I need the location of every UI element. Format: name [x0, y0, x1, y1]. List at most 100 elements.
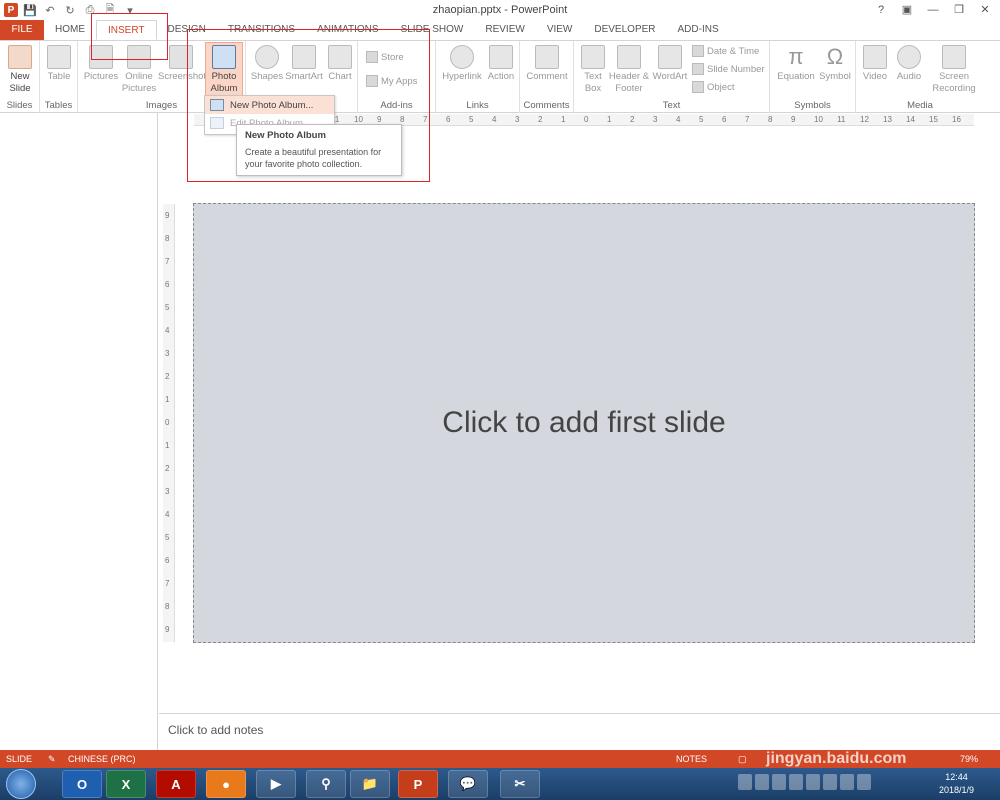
tab-home[interactable]: HOME	[44, 20, 96, 40]
tray-icon-4[interactable]	[789, 774, 803, 790]
shapes-button[interactable]: Shapes	[250, 43, 284, 83]
tab-developer[interactable]: DEVELOPER	[583, 20, 666, 40]
zoom-level[interactable]: 79%	[960, 754, 978, 764]
tab-transitions[interactable]: TRANSITIONS	[217, 20, 306, 40]
group-links: Hyperlink Action Links	[436, 41, 520, 113]
ruler-tick: 16	[952, 115, 961, 124]
chat-icon[interactable]: 💬	[448, 770, 488, 798]
ribbon-display-icon[interactable]: ▣	[896, 2, 918, 18]
store-button[interactable]: Store	[366, 51, 404, 63]
ruler-tick: 3	[165, 349, 170, 358]
ruler-tick: 15	[929, 115, 938, 124]
video-button[interactable]: Video	[858, 43, 892, 83]
save-icon[interactable]: 💾	[22, 2, 38, 18]
tray-icon-2[interactable]	[755, 774, 769, 790]
audio-button[interactable]: Audio	[892, 43, 926, 83]
ruler-tick: 4	[676, 115, 681, 124]
tray-icon-5[interactable]	[806, 774, 820, 790]
wordart-button[interactable]: WordArt	[650, 43, 690, 83]
my-apps-icon	[366, 75, 378, 87]
date-time-button[interactable]: Date & Time	[692, 45, 759, 57]
redo-icon[interactable]: ↻	[62, 2, 78, 18]
tab-add-ins[interactable]: ADD-INS	[667, 20, 730, 40]
ruler-tick: 4	[492, 115, 497, 124]
orange-app-icon[interactable]: ●	[206, 770, 246, 798]
store-icon	[366, 51, 378, 63]
new-file-icon[interactable]: 🗎	[102, 2, 118, 18]
screen-recording-button[interactable]: Screen Recording	[926, 43, 982, 95]
online-pictures-button[interactable]: Online Pictures	[120, 43, 158, 95]
smartart-icon	[292, 45, 316, 69]
spellcheck-icon[interactable]: ✎	[48, 754, 56, 765]
folder-icon[interactable]: 📁	[350, 770, 390, 798]
media-app-icon[interactable]: ▶	[256, 770, 296, 798]
tray-icon-8[interactable]	[857, 774, 871, 790]
text-box-button[interactable]: Text Box	[578, 43, 608, 95]
ruler-tick: 10	[354, 115, 363, 124]
notes-toggle[interactable]: NOTES	[676, 754, 707, 764]
smartart-button[interactable]: SmartArt	[284, 43, 324, 83]
outlook-icon[interactable]: O	[62, 770, 102, 798]
restore-icon[interactable]: ❐	[948, 2, 970, 18]
hyperlink-button[interactable]: Hyperlink	[440, 43, 484, 83]
photo-album-button[interactable]: Photo Album	[205, 42, 243, 98]
slide-number-button[interactable]: Slide Number	[692, 63, 765, 75]
group-symbols: π Equation Ω Symbol Symbols	[770, 41, 856, 113]
group-comments: Comment Comments	[520, 41, 574, 113]
clock[interactable]: 12:44 2018/1/9	[939, 771, 974, 797]
comment-button[interactable]: Comment	[524, 43, 570, 83]
vertical-ruler: 9 8 7 6 5 4 3 2 1 0 1 2 3 4 5 6 7 8 9	[163, 204, 175, 642]
header-footer-button[interactable]: Header & Footer	[608, 43, 650, 95]
tray-icon-1[interactable]	[738, 774, 752, 790]
clock-time: 12:44	[945, 772, 968, 782]
customize-qat-icon[interactable]: ▾	[122, 2, 138, 18]
undo-icon[interactable]: ↶	[42, 2, 58, 18]
slide-thumbnail-pane[interactable]	[0, 113, 158, 750]
tab-view[interactable]: VIEW	[536, 20, 584, 40]
tray-icon-3[interactable]	[772, 774, 786, 790]
screenshot-button[interactable]: Screenshot	[158, 43, 206, 83]
print-preview-icon[interactable]: ⎙	[82, 2, 98, 18]
search-app-icon[interactable]: ⚲	[306, 770, 346, 798]
tab-slide-show[interactable]: SLIDE SHOW	[390, 20, 475, 40]
normal-view-icon[interactable]: ▢	[738, 754, 747, 765]
action-button[interactable]: Action	[484, 43, 518, 83]
new-slide-button[interactable]: New Slide	[2, 43, 38, 95]
table-button[interactable]: Table	[43, 43, 75, 83]
ruler-tick: 8	[768, 115, 773, 124]
my-apps-button[interactable]: My Apps	[366, 75, 417, 87]
object-button[interactable]: Object	[692, 81, 734, 93]
close-icon[interactable]: ✕	[974, 2, 996, 18]
minimize-icon[interactable]: —	[922, 2, 944, 18]
tab-file[interactable]: FILE	[0, 20, 44, 40]
language-indicator[interactable]: CHINESE (PRC)	[68, 754, 136, 764]
tab-review[interactable]: REVIEW	[474, 20, 535, 40]
excel-icon[interactable]: X	[106, 770, 146, 798]
tab-animations[interactable]: ANIMATIONS	[306, 20, 389, 40]
tray-icon-6[interactable]	[823, 774, 837, 790]
tab-insert[interactable]: INSERT	[96, 20, 157, 40]
vertical-scrollbar[interactable]	[986, 113, 1000, 713]
slide-canvas[interactable]: Click to add first slide	[193, 203, 975, 643]
equation-button[interactable]: π Equation	[774, 43, 818, 83]
clock-date: 2018/1/9	[938, 785, 974, 795]
pictures-button[interactable]: Pictures	[82, 43, 120, 83]
ruler-tick: 7	[165, 257, 170, 266]
powerpoint-icon[interactable]: P	[398, 770, 438, 798]
tab-design[interactable]: DESIGN	[157, 20, 217, 40]
start-button[interactable]	[6, 769, 36, 799]
window-title: zhaopian.pptx - PowerPoint	[432, 4, 568, 16]
first-slide-placeholder[interactable]: Click to add first slide	[442, 406, 725, 440]
comment-icon	[535, 45, 559, 69]
tray-icon-7[interactable]	[840, 774, 854, 790]
acrobat-icon[interactable]: A	[156, 770, 196, 798]
notes-pane[interactable]: Click to add notes	[159, 713, 1000, 750]
group-add-ins: Store My Apps Add-ins	[358, 41, 436, 113]
photo-album-icon	[210, 99, 224, 111]
symbol-button[interactable]: Ω Symbol	[816, 43, 854, 83]
snipping-tool-icon[interactable]: ✂	[500, 770, 540, 798]
group-slides: New Slide Slides	[0, 41, 40, 113]
chart-button[interactable]: Chart	[324, 43, 356, 83]
help-icon[interactable]: ?	[870, 2, 892, 18]
new-photo-album-item[interactable]: New Photo Album...	[205, 96, 334, 114]
